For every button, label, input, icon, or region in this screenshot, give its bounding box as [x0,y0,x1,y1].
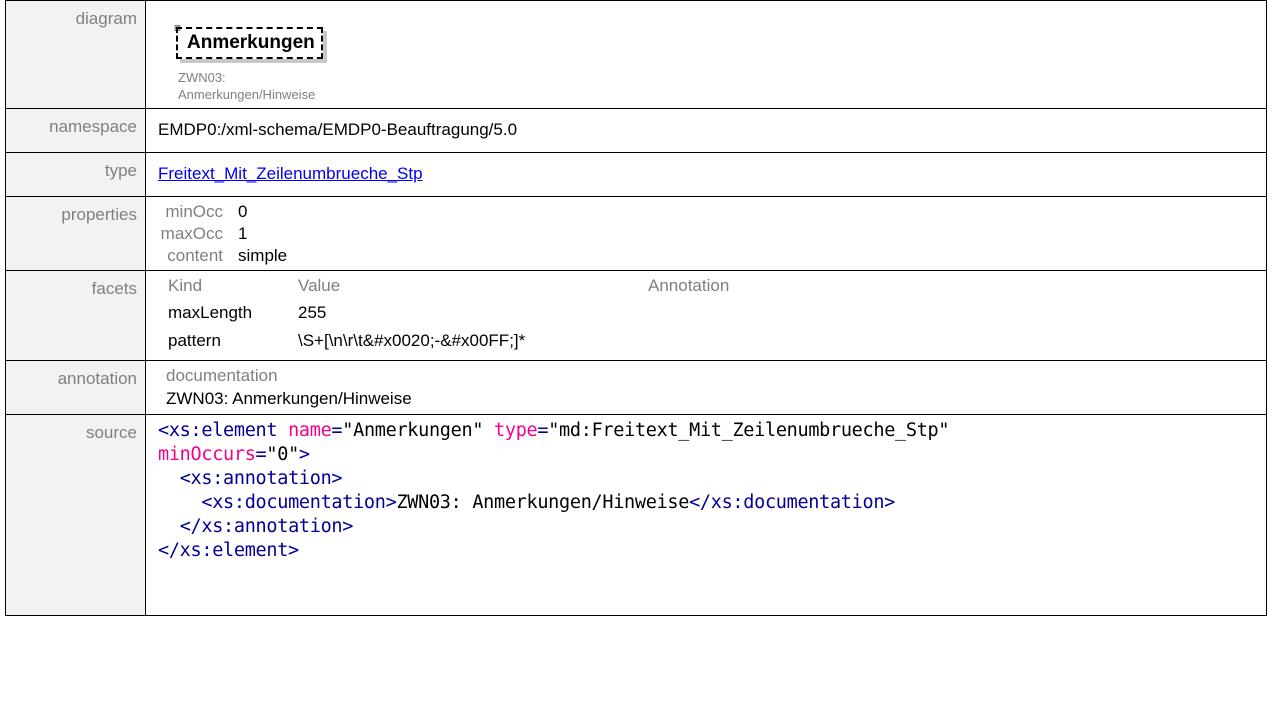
diagram-cell: ≡ Anmerkungen ZWN03: Anmerkungen/Hinweis… [145,0,1267,109]
row-diagram: diagram ≡ Anmerkungen ZWN03: Anmerkungen… [5,0,1267,109]
facet-row: pattern \S+[\n\r\t&#x0020;-&#x00FF;]* [168,331,526,350]
row-source: source <xs:element name="Anmerkungen" ty… [5,414,1267,616]
source-code: <xs:element name="Anmerkungen" type="md:… [158,420,950,561]
diagram-element: ≡ Anmerkungen [174,22,323,59]
diagram-subtitle-line1: ZWN03: [178,70,226,85]
label-namespace: namespace [5,108,146,153]
diagram-subtitle-line2: Anmerkungen/Hinweise [178,87,316,102]
row-annotation: annotation documentation ZWN03: Anmerkun… [5,360,1267,415]
row-type: type Freitext_Mit_Zeilenumbrueche_Stp [5,152,1267,197]
schema-doc-table: diagram ≡ Anmerkungen ZWN03: Anmerkungen… [5,0,1267,616]
label-annotation: annotation [5,360,146,415]
label-source: source [5,414,146,616]
property-item: content simple [167,246,288,265]
property-item: maxOcc 1 [160,224,248,243]
label-facets: facets [5,270,146,361]
label-diagram: diagram [5,0,146,109]
row-facets: facets Kind Value Annotation maxLength 2… [5,270,1267,361]
type-link[interactable]: Freitext_Mit_Zeilenumbrueche_Stp [158,164,423,183]
property-item: minOcc 0 [165,202,248,221]
diagram-subtitle: ZWN03: Anmerkungen/Hinweise [178,69,1266,103]
facet-row: maxLength 255 [168,303,327,322]
label-type: type [5,152,146,197]
label-properties: properties [5,196,146,271]
facets-header: Kind Value Annotation [168,276,730,295]
properties-list: minOcc 0 maxOcc 1 content simple [158,197,1266,267]
row-namespace: namespace EMDP0:/xml-schema/EMDP0-Beauft… [5,108,1267,153]
annotation-text: ZWN03: Anmerkungen/Hinweise [166,389,412,408]
sequence-lines-icon: ≡ [174,21,182,35]
annotation-heading: documentation [166,366,278,385]
diagram-element-name: Anmerkungen [176,27,323,59]
namespace-value: EMDP0:/xml-schema/EMDP0-Beauftragung/5.0 [158,120,518,139]
row-properties: properties minOcc 0 maxOcc 1 content simple [5,196,1267,271]
